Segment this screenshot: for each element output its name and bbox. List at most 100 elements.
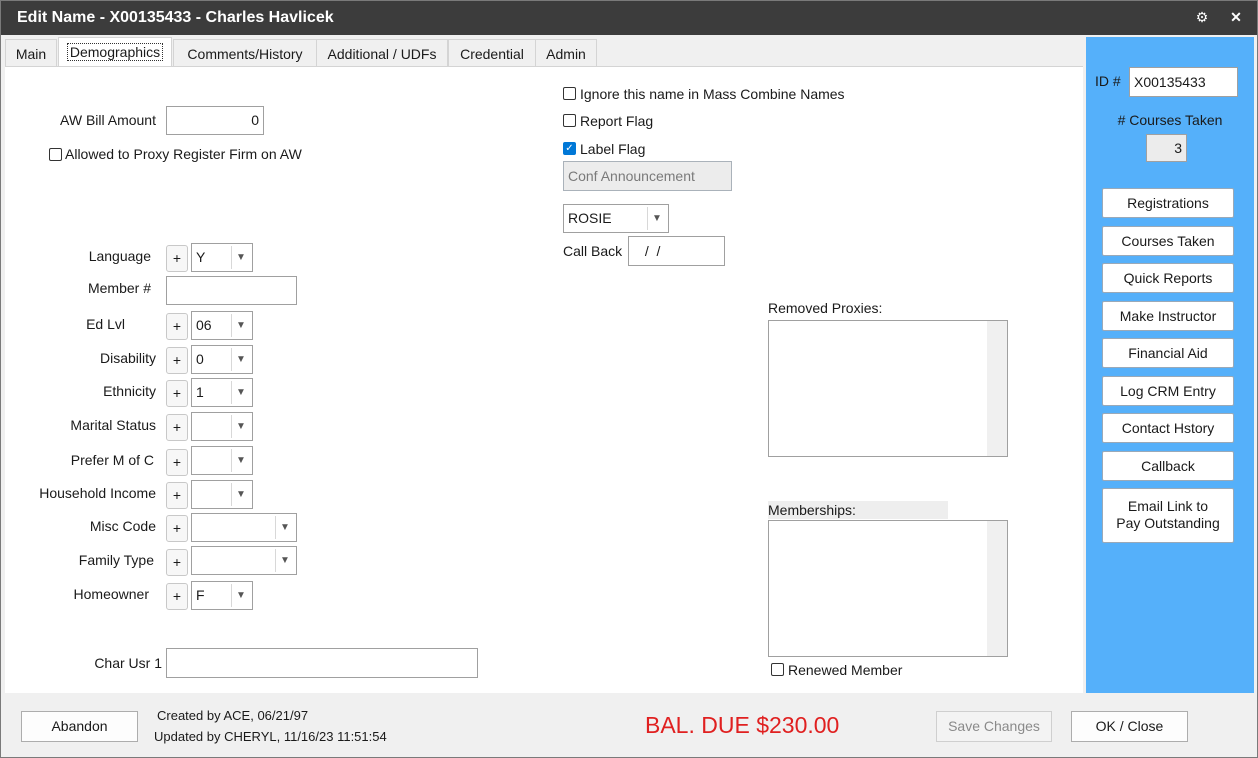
char-usr-label: Char Usr 1 — [94, 655, 162, 671]
courses-taken-button[interactable]: Courses Taken — [1102, 226, 1234, 256]
language-label: Language — [88, 248, 151, 264]
aw-bill-label: AW Bill Amount — [60, 112, 156, 128]
language-select[interactable]: Y ▼ — [191, 243, 253, 272]
abandon-button[interactable]: Abandon — [21, 711, 138, 742]
ethnicity-label: Ethnicity — [103, 383, 156, 399]
tab-admin[interactable]: Admin — [535, 39, 597, 68]
memberships-label: Memberships: — [768, 501, 948, 519]
created-by-text: Created by ACE, 06/21/97 — [157, 708, 309, 723]
courses-taken-count: 3 — [1146, 134, 1187, 162]
window-title: Edit Name - X00135433 - Charles Havlicek — [17, 9, 334, 26]
gear-icon[interactable]: ⚙ — [1192, 7, 1212, 27]
misc-code-add-button[interactable]: + — [166, 515, 188, 542]
family-type-select[interactable]: ▼ — [191, 546, 297, 575]
id-label: ID # — [1095, 73, 1121, 89]
prefer-m-of-c-add-button[interactable]: + — [166, 449, 188, 476]
edit-name-window: Edit Name - X00135433 - Charles Havlicek… — [0, 0, 1258, 758]
ignore-mass-combine-checkbox[interactable] — [563, 87, 576, 100]
homeowner-add-button[interactable]: + — [166, 583, 188, 610]
financial-aid-button[interactable]: Financial Aid — [1102, 338, 1234, 368]
proxy-checkbox[interactable] — [49, 148, 62, 161]
chevron-down-icon: ▼ — [231, 348, 250, 371]
close-icon[interactable]: ✕ — [1226, 7, 1246, 27]
marital-status-label: Marital Status — [70, 417, 156, 433]
save-changes-button[interactable]: Save Changes — [936, 711, 1052, 742]
ed-lvl-add-button[interactable]: + — [166, 313, 188, 340]
household-income-label: Household Income — [39, 485, 156, 501]
make-instructor-button[interactable]: Make Instructor — [1102, 301, 1234, 331]
report-flag-checkbox[interactable] — [563, 114, 576, 127]
title-bar: Edit Name - X00135433 - Charles Havlicek… — [1, 1, 1257, 35]
ed-lvl-select[interactable]: 06 ▼ — [191, 311, 253, 340]
disability-label: Disability — [99, 350, 156, 366]
renewed-member-label: Renewed Member — [788, 662, 903, 678]
member-number-input[interactable] — [166, 276, 297, 305]
contact-history-button[interactable]: Contact Hstory — [1102, 413, 1234, 443]
chevron-down-icon: ▼ — [231, 584, 250, 607]
registrations-button[interactable]: Registrations — [1102, 188, 1234, 218]
chevron-down-icon: ▼ — [231, 483, 250, 506]
chevron-down-icon: ▼ — [231, 381, 250, 404]
updated-by-text: Updated by CHERYL, 11/16/23 11:51:54 — [154, 729, 387, 744]
email-pay-line1: Email Link to — [1127, 498, 1209, 514]
quick-reports-button[interactable]: Quick Reports — [1102, 263, 1234, 293]
ethnicity-select[interactable]: 1 ▼ — [191, 378, 253, 407]
email-pay-outstanding-button[interactable]: Email Link to Pay Outstanding — [1102, 488, 1234, 543]
char-usr-input[interactable] — [166, 648, 478, 678]
tab-comments-history[interactable]: Comments/History — [173, 39, 317, 68]
marital-status-add-button[interactable]: + — [166, 414, 188, 441]
tab-credential[interactable]: Credential — [448, 39, 536, 68]
email-pay-line2: Pay Outstanding — [1116, 515, 1220, 531]
tab-demographics[interactable]: Demographics — [58, 37, 172, 68]
conf-announcement-input[interactable]: Conf Announcement — [563, 161, 732, 191]
chevron-down-icon: ▼ — [275, 549, 294, 572]
disability-add-button[interactable]: + — [166, 347, 188, 374]
removed-proxies-list[interactable] — [768, 320, 1008, 457]
chevron-down-icon: ▼ — [231, 449, 250, 472]
tab-bar: Main Demographics Comments/History Addit… — [5, 37, 1083, 68]
ok-close-button[interactable]: OK / Close — [1071, 711, 1188, 742]
footer: Abandon Created by ACE, 06/21/97 Updated… — [1, 694, 1257, 757]
callback-label: Call Back — [563, 243, 623, 259]
family-type-add-button[interactable]: + — [166, 549, 188, 576]
chevron-down-icon: ▼ — [275, 516, 294, 539]
tab-additional-udfs[interactable]: Additional / UDFs — [316, 39, 448, 68]
memberships-list[interactable] — [768, 520, 1008, 657]
removed-proxies-label: Removed Proxies: — [768, 300, 883, 316]
homeowner-label: Homeowner — [73, 586, 149, 602]
courses-taken-count-label: # Courses Taken — [1117, 112, 1223, 128]
marital-status-select[interactable]: ▼ — [191, 412, 253, 441]
callback-date-input[interactable]: / / — [628, 236, 725, 266]
callback-button[interactable]: Callback — [1102, 451, 1234, 481]
log-crm-entry-button[interactable]: Log CRM Entry — [1102, 376, 1234, 406]
prefer-m-of-c-select[interactable]: ▼ — [191, 446, 253, 475]
report-flag-label: Report Flag — [580, 113, 654, 129]
household-income-select[interactable]: ▼ — [191, 480, 253, 509]
renewed-member-checkbox[interactable] — [771, 663, 784, 676]
homeowner-select[interactable]: F ▼ — [191, 581, 253, 610]
scrollbar[interactable] — [987, 521, 1007, 656]
demographics-panel: AW Bill Amount 0 Allowed to Proxy Regist… — [5, 66, 1083, 693]
misc-code-select[interactable]: ▼ — [191, 513, 297, 542]
member-number-label: Member # — [87, 280, 151, 296]
proxy-label: Allowed to Proxy Register Firm on AW — [65, 146, 302, 162]
family-type-label: Family Type — [78, 552, 154, 568]
label-flag-label: Label Flag — [580, 141, 646, 157]
prefer-m-of-c-label: Prefer M of C — [70, 452, 154, 468]
aw-bill-input[interactable]: 0 — [166, 106, 264, 135]
chevron-down-icon: ▼ — [647, 207, 666, 230]
label-flag-checkbox[interactable]: ✓ — [563, 142, 576, 155]
tab-main[interactable]: Main — [5, 39, 57, 68]
id-input[interactable]: X00135433 — [1129, 67, 1238, 97]
household-income-add-button[interactable]: + — [166, 482, 188, 509]
balance-due: BAL. DUE $230.00 — [645, 712, 840, 738]
chevron-down-icon: ▼ — [231, 246, 250, 269]
disability-select[interactable]: 0 ▼ — [191, 345, 253, 374]
chevron-down-icon: ▼ — [231, 314, 250, 337]
ed-lvl-label: Ed Lvl — [86, 316, 125, 332]
ethnicity-add-button[interactable]: + — [166, 380, 188, 407]
ignore-mass-combine-label: Ignore this name in Mass Combine Names — [580, 86, 845, 102]
rosie-select[interactable]: ROSIE ▼ — [563, 204, 669, 233]
scrollbar[interactable] — [987, 321, 1007, 456]
language-add-button[interactable]: + — [166, 245, 188, 272]
